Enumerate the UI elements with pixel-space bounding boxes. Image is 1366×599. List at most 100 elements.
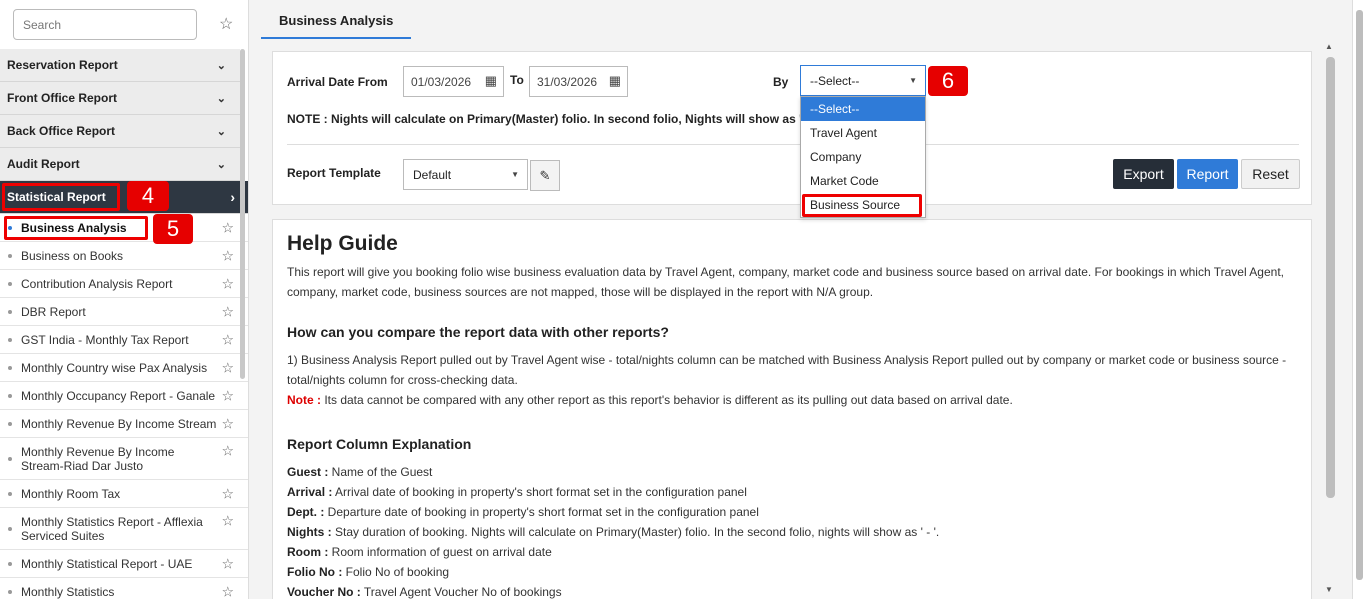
scroll-up-arrow-icon[interactable]: ▲ <box>1325 42 1333 51</box>
star-icon[interactable]: ☆ <box>221 513 234 530</box>
sidebar-item-monthly-statistics[interactable]: Monthly Statistics ☆ <box>0 578 248 599</box>
sidebar: ☆ Reservation Report ⌄ Front Office Repo… <box>0 0 249 599</box>
column-row: Guest : Name of the Guest <box>287 462 1287 482</box>
from-date-field[interactable]: 01/03/2026 ▦ <box>403 66 504 97</box>
star-icon[interactable]: ☆ <box>221 275 234 292</box>
option-business-source[interactable]: Business Source <box>801 193 925 217</box>
to-date-value: 31/03/2026 <box>537 74 598 89</box>
menu-group-label: Audit Report <box>7 157 80 171</box>
star-icon[interactable]: ☆ <box>221 387 234 404</box>
sidebar-item-monthly-country-pax[interactable]: Monthly Country wise Pax Analysis ☆ <box>0 354 248 382</box>
bullet-icon <box>8 365 12 370</box>
window-scrollbar-track <box>1352 0 1366 599</box>
option-travel-agent[interactable]: Travel Agent <box>801 121 925 145</box>
help-content: Help Guide This report will give you boo… <box>287 232 1287 599</box>
star-icon[interactable]: ☆ <box>221 247 234 264</box>
sidebar-item-monthly-statistics-afflexia[interactable]: Monthly Statistics Report - Afflexia Ser… <box>0 508 248 550</box>
menu-group-label: Back Office Report <box>7 124 116 138</box>
reset-button[interactable]: Reset <box>1241 159 1300 189</box>
filter-panel: Arrival Date From 01/03/2026 ▦ To 31/03/… <box>272 51 1312 205</box>
sidebar-scrollbar[interactable] <box>240 49 245 379</box>
sidebar-item-dbr-report[interactable]: DBR Report ☆ <box>0 298 248 326</box>
favorites-star-icon[interactable]: ☆ <box>219 14 233 34</box>
help-guide-panel: Help Guide This report will give you boo… <box>272 219 1312 599</box>
column-key: Voucher No : <box>287 585 361 599</box>
star-icon[interactable]: ☆ <box>221 443 234 460</box>
menu-group-front-office-report[interactable]: Front Office Report ⌄ <box>0 82 240 115</box>
sidebar-item-label: Monthly Statistical Report - UAE <box>21 556 193 571</box>
caret-down-icon: ▼ <box>511 170 519 179</box>
export-button[interactable]: Export <box>1113 159 1174 189</box>
star-icon[interactable]: ☆ <box>221 303 234 320</box>
bullet-icon <box>8 561 12 566</box>
sidebar-item-label: Monthly Occupancy Report - Ganale <box>21 388 216 403</box>
star-icon[interactable]: ☆ <box>221 219 234 236</box>
chevron-down-icon: ⌄ <box>216 59 226 72</box>
column-key: Nights : <box>287 525 332 539</box>
column-row: Arrival : Arrival date of booking in pro… <box>287 482 1287 502</box>
arrival-date-label: Arrival Date From <box>287 75 388 89</box>
bullet-icon <box>8 281 12 286</box>
columns-heading: Report Column Explanation <box>287 436 472 452</box>
star-icon[interactable]: ☆ <box>221 583 234 599</box>
option-market-code[interactable]: Market Code <box>801 169 925 193</box>
report-menu: Reservation Report ⌄ Front Office Report… <box>0 49 248 599</box>
tab-business-analysis[interactable]: Business Analysis <box>261 8 412 39</box>
sidebar-item-label: Contribution Analysis Report <box>21 276 173 291</box>
calendar-icon[interactable]: ▦ <box>609 73 621 89</box>
column-desc: Arrival date of booking in property's sh… <box>332 485 747 499</box>
star-icon[interactable]: ☆ <box>221 415 234 432</box>
sidebar-item-business-analysis[interactable]: Business Analysis ☆ <box>0 214 248 242</box>
column-desc: Folio No of booking <box>342 565 450 579</box>
edit-icon: ✎ <box>539 167 551 183</box>
help-intro: This report will give you booking folio … <box>287 265 1284 299</box>
to-date-field[interactable]: 31/03/2026 ▦ <box>529 66 628 97</box>
search-input[interactable] <box>14 10 196 39</box>
scroll-down-arrow-icon[interactable]: ▼ <box>1325 585 1333 594</box>
sidebar-item-monthly-statistical-uae[interactable]: Monthly Statistical Report - UAE ☆ <box>0 550 248 578</box>
star-icon[interactable]: ☆ <box>221 359 234 376</box>
option-company[interactable]: Company <box>801 145 925 169</box>
chevron-down-icon: ⌄ <box>216 92 226 105</box>
calendar-icon[interactable]: ▦ <box>485 73 497 89</box>
report-template-value: Default <box>413 167 452 182</box>
sidebar-item-gst-india[interactable]: GST India - Monthly Tax Report ☆ <box>0 326 248 354</box>
sidebar-item-monthly-occupancy-ganale[interactable]: Monthly Occupancy Report - Ganale ☆ <box>0 382 248 410</box>
note-label: Note : <box>287 393 321 407</box>
report-template-select[interactable]: Default ▼ <box>403 159 528 190</box>
compare-text: 1) Business Analysis Report pulled out b… <box>287 353 1287 387</box>
sidebar-item-monthly-revenue-riad[interactable]: Monthly Revenue By Income Stream-Riad Da… <box>0 438 248 480</box>
sidebar-item-monthly-room-tax[interactable]: Monthly Room Tax ☆ <box>0 480 248 508</box>
compare-note: Note : Its data cannot be compared with … <box>287 390 1287 410</box>
caret-down-icon: ▼ <box>909 76 917 85</box>
column-row: Folio No : Folio No of booking <box>287 562 1287 582</box>
column-key: Arrival : <box>287 485 333 499</box>
chevron-down-icon: ⌄ <box>216 125 226 138</box>
window-scrollbar[interactable] <box>1356 10 1363 580</box>
column-desc: Name of the Guest <box>328 465 433 479</box>
main-scrollbar[interactable] <box>1326 57 1335 498</box>
edit-template-button[interactable]: ✎ <box>530 160 560 191</box>
menu-group-audit-report[interactable]: Audit Report ⌄ <box>0 148 240 181</box>
star-icon[interactable]: ☆ <box>221 555 234 572</box>
star-icon[interactable]: ☆ <box>221 331 234 348</box>
sidebar-item-label: DBR Report <box>21 304 86 319</box>
menu-group-statistical-report[interactable]: Statistical Report › <box>0 181 248 214</box>
search-box <box>13 9 197 40</box>
sidebar-item-monthly-revenue-income-stream[interactable]: Monthly Revenue By Income Stream ☆ <box>0 410 248 438</box>
by-select[interactable]: --Select-- ▼ <box>800 65 926 96</box>
column-key: Dept. : <box>287 505 325 519</box>
option-select[interactable]: --Select-- <box>801 97 925 121</box>
sidebar-item-business-on-books[interactable]: Business on Books ☆ <box>0 242 248 270</box>
star-icon[interactable]: ☆ <box>221 485 234 502</box>
menu-group-reservation-report[interactable]: Reservation Report ⌄ <box>0 49 240 82</box>
menu-group-back-office-report[interactable]: Back Office Report ⌄ <box>0 115 240 148</box>
report-template-label: Report Template <box>287 166 381 180</box>
sidebar-item-contribution-analysis[interactable]: Contribution Analysis Report ☆ <box>0 270 248 298</box>
column-row: Dept. : Departure date of booking in pro… <box>287 502 1287 522</box>
statistical-report-items: Business Analysis ☆ Business on Books ☆ … <box>0 214 248 599</box>
column-desc: Departure date of booking in property's … <box>324 505 759 519</box>
report-button[interactable]: Report <box>1177 159 1238 189</box>
by-select-value: --Select-- <box>810 73 860 88</box>
by-dropdown-list: --Select-- Travel Agent Company Market C… <box>800 96 926 218</box>
